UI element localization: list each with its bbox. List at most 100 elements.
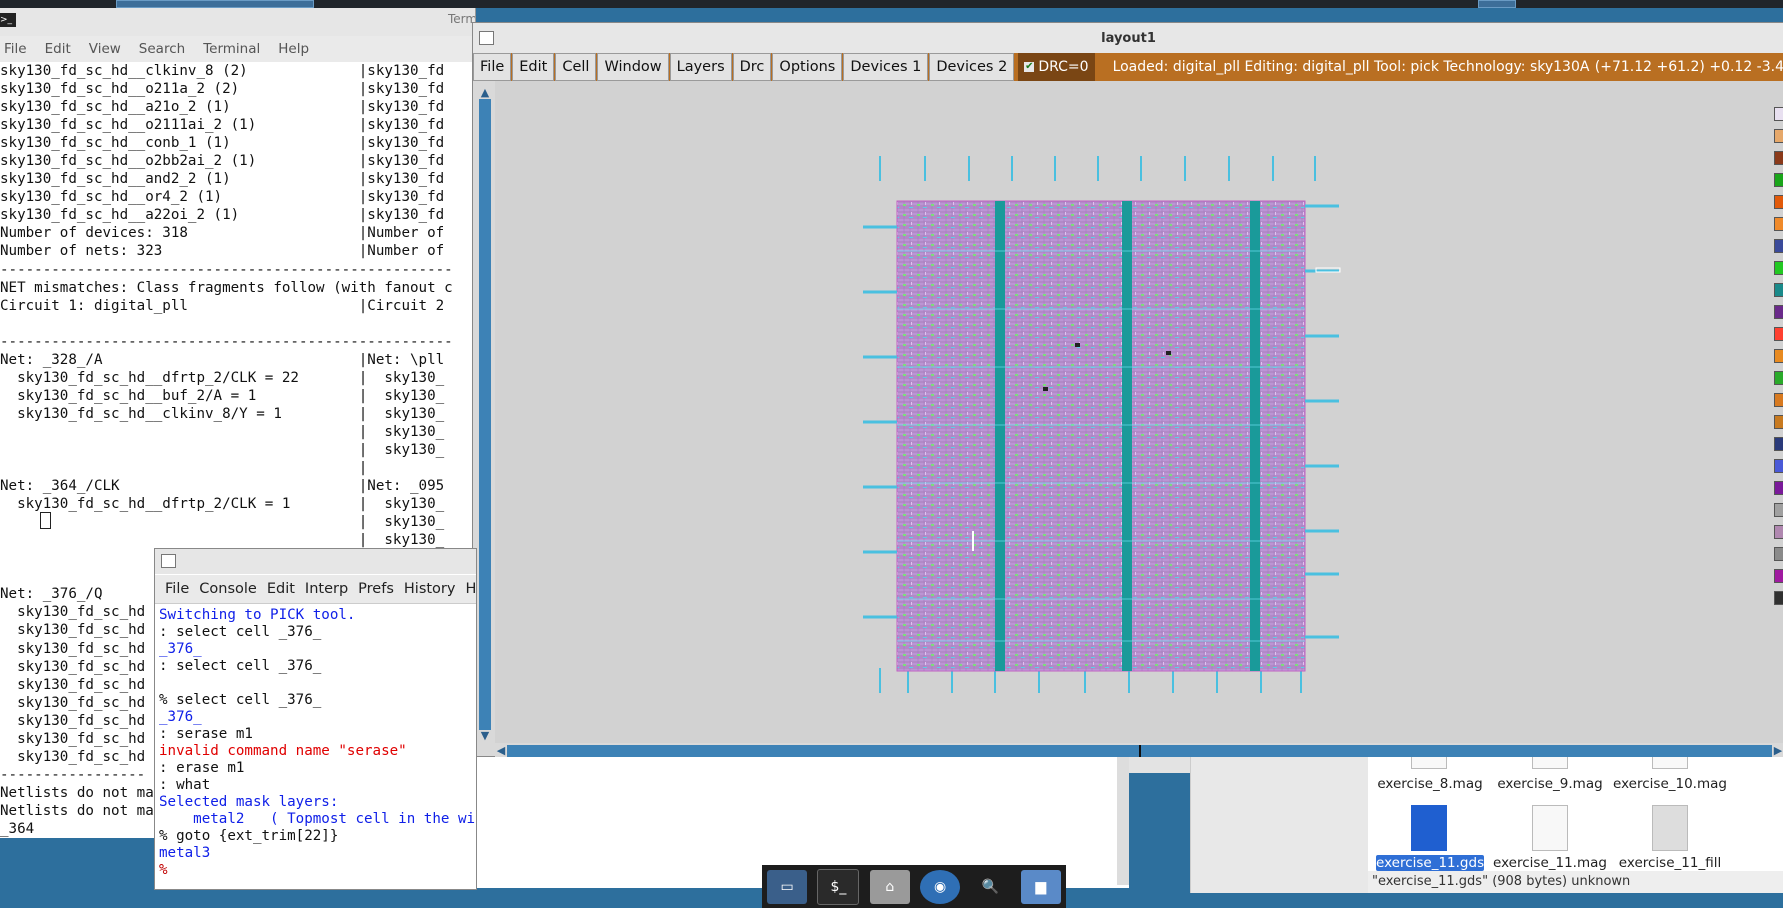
layer-swatch[interactable] <box>1774 415 1783 429</box>
layer-swatch[interactable] <box>1774 349 1783 363</box>
menu-interp[interactable]: Interp <box>305 581 348 597</box>
menu-file[interactable]: File <box>165 581 189 597</box>
menu-terminal[interactable]: Terminal <box>203 41 260 57</box>
menu-history[interactable]: History <box>404 581 456 597</box>
drc-toggle[interactable]: ✔ DRC=0 <box>1018 53 1095 81</box>
search-icon[interactable]: 🔍 <box>970 870 1010 904</box>
taskbar-button[interactable] <box>116 0 314 8</box>
layer-swatch[interactable] <box>1774 217 1783 231</box>
file-icon[interactable] <box>1532 805 1568 851</box>
menu-file[interactable]: File <box>4 41 27 57</box>
layer-swatch[interactable] <box>1774 371 1783 385</box>
menu-view[interactable]: View <box>89 41 121 57</box>
left-pins <box>863 225 897 619</box>
menu-drc[interactable]: Drc <box>732 53 772 81</box>
tkcon-output[interactable]: Switching to PICK tool.: select cell _37… <box>159 607 476 889</box>
terminal-line: sky130_fd_sc_hd__o2bb2ai_2 (1) |sky130_f… <box>0 153 445 170</box>
layer-swatch[interactable] <box>1774 239 1783 253</box>
browser-icon[interactable]: ◉ <box>920 869 961 904</box>
gds-file-icon[interactable] <box>1411 805 1447 851</box>
file-label[interactable]: exercise_9.mag <box>1490 776 1610 792</box>
layer-swatch[interactable] <box>1774 327 1783 341</box>
menu-devices-2[interactable]: Devices 2 <box>929 53 1015 81</box>
layer-swatch[interactable] <box>1774 393 1783 407</box>
layer-swatch[interactable] <box>1774 305 1783 319</box>
terminal-line: | sky130_ <box>0 441 445 458</box>
layer-swatch[interactable] <box>1774 547 1783 561</box>
console-line: : select cell _376_ <box>159 658 322 674</box>
layer-swatch[interactable] <box>1774 481 1783 495</box>
window-menu-icon[interactable] <box>161 554 176 568</box>
layer-swatch[interactable] <box>1774 569 1783 583</box>
terminal-line: sky130_fd_sc_hd__and2_2 (1) |sky130_fd <box>0 171 445 188</box>
layer-swatch[interactable] <box>1774 525 1783 539</box>
layer-swatch[interactable] <box>1774 459 1783 473</box>
power-strap <box>995 201 1005 671</box>
menu-options[interactable]: Options <box>772 53 843 81</box>
taskbar-button[interactable] <box>1478 0 1516 8</box>
terminal-icon[interactable]: $_ <box>817 868 860 905</box>
terminal-line: | <box>0 460 368 477</box>
layer-swatch[interactable] <box>1774 173 1783 187</box>
file-label[interactable]: exercise_10.mag <box>1610 776 1730 792</box>
desktop-icon[interactable]: ▭ <box>767 869 808 904</box>
scrollbar[interactable] <box>1117 755 1129 885</box>
menu-edit[interactable]: Edit <box>45 41 71 57</box>
layout-canvas[interactable] <box>495 81 1783 743</box>
file-label[interactable]: exercise_11.mag <box>1490 855 1610 871</box>
home-folder-icon[interactable]: ⌂ <box>869 869 910 904</box>
file-label-selected[interactable]: exercise_11.gds <box>1376 855 1484 871</box>
layout-titlebar[interactable]: layout1 <box>473 23 1783 53</box>
folder-icon[interactable]: ▆ <box>1020 869 1061 904</box>
vertical-scrollbar[interactable]: ▲ ▼ <box>479 87 491 742</box>
layer-swatch[interactable] <box>1774 437 1783 451</box>
layer-swatch[interactable] <box>1774 503 1783 517</box>
file-icon[interactable] <box>1652 755 1688 769</box>
terminal-line: | sky130_ <box>0 514 445 531</box>
scroll-thumb[interactable] <box>1139 745 1141 757</box>
terminal-line: sky130_fd_sc_hd__a22oi_2 (1) |sky130_fd <box>0 207 445 224</box>
layer-swatch[interactable] <box>1774 591 1783 605</box>
file-icon[interactable] <box>1652 805 1688 851</box>
menu-layers[interactable]: Layers <box>669 53 732 81</box>
layer-swatch[interactable] <box>1774 283 1783 297</box>
scroll-up-icon[interactable]: ▲ <box>479 87 491 99</box>
layer-swatch[interactable] <box>1774 151 1783 165</box>
console-line: % select cell _376_ <box>159 692 322 708</box>
tkcon-titlebar[interactable] <box>155 549 476 574</box>
file-icon[interactable] <box>1411 755 1447 769</box>
layer-swatch[interactable] <box>1774 107 1783 121</box>
standard-cell-area <box>897 201 1305 671</box>
menu-console[interactable]: Console <box>199 581 257 597</box>
console-line: : erase m1 <box>159 760 245 776</box>
file-label[interactable]: exercise_8.mag <box>1370 776 1490 792</box>
menu-help[interactable]: Help <box>278 41 309 57</box>
menu-devices-1[interactable]: Devices 1 <box>843 53 929 81</box>
menu-prefs[interactable]: Prefs <box>358 581 394 597</box>
terminal-line: sky130_fd_sc_hd__a21o_2 (1) |sky130_fd <box>0 99 445 116</box>
menu-cell[interactable]: Cell <box>555 53 597 81</box>
menu-window[interactable]: Window <box>597 53 669 81</box>
terminal-line: sky130_fd_sc_hd__dfrtp_2/CLK = 1 | sky13… <box>0 496 445 513</box>
menu-help[interactable]: H <box>465 581 476 597</box>
scroll-left-icon[interactable]: ◀ <box>495 745 507 757</box>
layer-swatch[interactable] <box>1774 129 1783 143</box>
menu-file[interactable]: File <box>473 53 512 81</box>
menu-edit[interactable]: Edit <box>512 53 555 81</box>
file-label[interactable]: exercise_11_fill <box>1610 855 1730 871</box>
layer-swatch[interactable] <box>1774 261 1783 275</box>
drc-count: DRC=0 <box>1038 59 1089 75</box>
terminal-icon: >_ <box>0 13 16 27</box>
menu-search[interactable]: Search <box>139 41 185 57</box>
terminal-line: | sky130_ <box>0 532 445 549</box>
tkcon-console-window: File Console Edit Interp Prefs History H… <box>154 548 477 890</box>
layer-swatch[interactable] <box>1774 195 1783 209</box>
menu-edit[interactable]: Edit <box>267 581 295 597</box>
scroll-down-icon[interactable]: ▼ <box>479 730 491 742</box>
terminal-titlebar[interactable]: >_ Terminal <box>0 8 475 37</box>
file-icon[interactable] <box>1532 755 1568 769</box>
horizontal-scrollbar[interactable]: ◀ ▶ <box>495 745 1783 757</box>
layer-palette[interactable] <box>1774 107 1783 747</box>
